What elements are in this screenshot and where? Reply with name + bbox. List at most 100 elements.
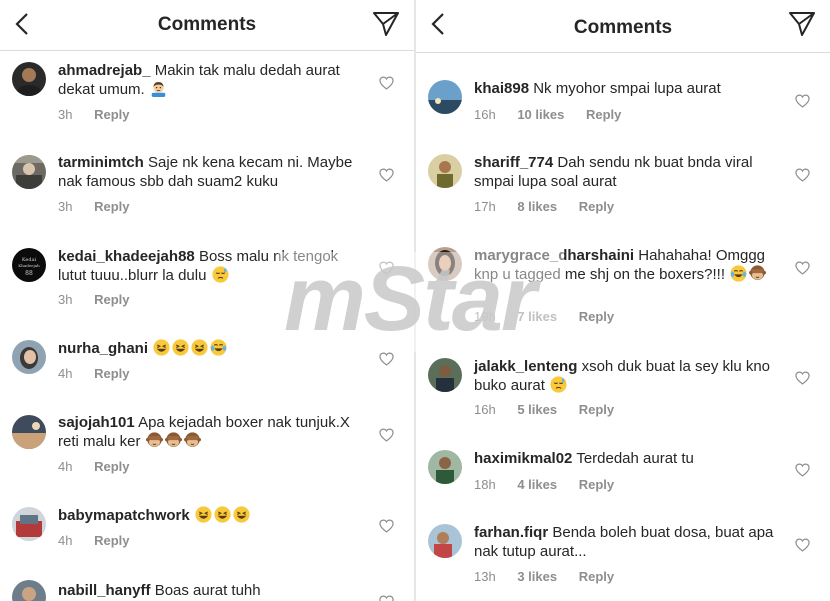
avatar[interactable] [428, 247, 462, 281]
comment-username[interactable]: ahmadrejab_ [58, 62, 151, 79]
heart-outline-icon[interactable] [795, 168, 810, 182]
comment-time: 3h [58, 292, 73, 307]
see-no-evil-monkey-emoji-icon [184, 432, 201, 449]
svg-text:Khadeejah: Khadeejah [18, 263, 40, 268]
comment-text: jalakk_lenteng xsoh duk buat la sey klu … [474, 357, 786, 395]
reply-button[interactable]: Reply [94, 533, 129, 548]
reply-button[interactable]: Reply [94, 366, 129, 381]
comment-meta: 3h Reply [58, 292, 148, 307]
left-comments-panel: Comments ahmadrejab_ Makin tak malu deda… [0, 0, 414, 601]
comment-text: haximikmal02 Terdedah aurat tu [474, 449, 786, 468]
reply-button[interactable]: Reply [579, 477, 614, 492]
laughing-emoji-icon [195, 506, 212, 523]
avatar[interactable] [12, 415, 46, 449]
comment-text: babymapatchwork [58, 506, 370, 525]
heart-outline-icon[interactable] [795, 261, 810, 275]
comment-username[interactable]: haximikmal02 [474, 450, 572, 467]
see-no-evil-monkey-emoji-icon [146, 432, 163, 449]
page-title: Comments [573, 17, 673, 38]
comment-username[interactable]: tarminimtch [58, 154, 144, 171]
comment-time: 4h [58, 459, 73, 474]
reply-button[interactable]: Reply [579, 309, 614, 324]
comment-username[interactable]: nurha_ghani [58, 340, 148, 357]
page-title: Comments [157, 14, 257, 35]
avatar[interactable] [428, 524, 462, 558]
comment-time: 4h [58, 366, 73, 381]
avatar[interactable] [12, 340, 46, 374]
sweat-smile-emoji-icon [550, 376, 567, 393]
comment-meta: 13h 3 likes Reply [474, 569, 632, 584]
avatar[interactable] [428, 450, 462, 484]
comment-time: 13h [474, 569, 496, 584]
comment-meta: 3h Reply [58, 199, 148, 214]
comment-text: sajojah101 Apa kejadah boxer nak tunjuk.… [58, 413, 370, 451]
avatar[interactable] [12, 62, 46, 96]
reply-button[interactable]: Reply [579, 402, 614, 417]
comment-time: 3h [58, 107, 73, 122]
man-emoji-icon [150, 80, 167, 97]
avatar[interactable] [12, 580, 46, 601]
likes-count[interactable]: 4 likes [517, 477, 557, 492]
reply-button[interactable]: Reply [579, 199, 614, 214]
heart-outline-icon[interactable] [379, 428, 394, 442]
comment-time: 16h [474, 402, 496, 417]
comment-username[interactable]: sajojah101 [58, 414, 135, 431]
likes-count[interactable]: 5 likes [517, 402, 557, 417]
comment-username[interactable]: kedai_khadeejah88 [58, 248, 195, 265]
comment-body: Terdedah aurat tu [576, 450, 694, 467]
laughing-emoji-icon [191, 339, 208, 356]
comment-username[interactable]: shariff_774 [474, 154, 553, 171]
comment-text: farhan.fiqr Benda boleh buat dosa, buat … [474, 523, 786, 561]
comment-meta: 4h Reply [58, 533, 148, 548]
likes-count[interactable]: 10 likes [517, 107, 564, 122]
likes-count[interactable]: 8 likes [517, 199, 557, 214]
avatar[interactable] [428, 154, 462, 188]
reply-button[interactable]: Reply [94, 199, 129, 214]
heart-outline-icon[interactable] [379, 352, 394, 366]
reply-button[interactable]: Reply [94, 107, 129, 122]
comment-time: 16h [474, 107, 496, 122]
reply-button[interactable]: Reply [94, 459, 129, 474]
paper-plane-icon[interactable] [372, 11, 400, 37]
laughing-emoji-icon [233, 506, 250, 523]
avatar[interactable] [12, 155, 46, 189]
heart-outline-icon[interactable] [795, 463, 810, 477]
tears-of-joy-emoji-icon [730, 265, 747, 282]
sweat-smile-emoji-icon [212, 266, 229, 283]
heart-outline-icon[interactable] [379, 595, 394, 601]
heart-outline-icon[interactable] [795, 371, 810, 385]
reply-button[interactable]: Reply [94, 292, 129, 307]
heart-outline-icon[interactable] [379, 168, 394, 182]
avatar[interactable] [428, 358, 462, 392]
see-no-evil-monkey-emoji-icon [165, 432, 182, 449]
heart-outline-icon[interactable] [379, 261, 394, 275]
paper-plane-icon[interactable] [788, 11, 816, 37]
comment-body: Nk myohor smpai lupa aurat [533, 80, 721, 97]
heart-outline-icon[interactable] [379, 519, 394, 533]
heart-outline-icon[interactable] [795, 94, 810, 108]
comment-time: 4h [58, 533, 73, 548]
comment-username[interactable]: khai898 [474, 80, 529, 97]
heart-outline-icon[interactable] [379, 76, 394, 90]
reply-button[interactable]: Reply [586, 107, 621, 122]
comment-meta: 16h 10 likes Reply [474, 107, 639, 122]
comment-username[interactable]: nabill_hanyff [58, 582, 151, 599]
avatar[interactable] [428, 80, 462, 114]
comment-text: kedai_khadeejah88 Boss malu nk tengok lu… [58, 247, 370, 285]
heart-outline-icon[interactable] [795, 538, 810, 552]
avatar[interactable]: Kedai Khadeejah 88 [12, 248, 46, 282]
likes-count[interactable]: 3 likes [517, 569, 557, 584]
comment-meta: 16h 5 likes Reply [474, 402, 632, 417]
comment-meta: 18h 4 likes Reply [474, 477, 632, 492]
comment-username[interactable]: jalakk_lenteng [474, 358, 577, 375]
reply-button[interactable]: Reply [579, 569, 614, 584]
likes-count[interactable]: 7 likes [517, 309, 557, 324]
comment-username[interactable]: babymapatchwork [58, 507, 190, 524]
laughing-emoji-icon [172, 339, 189, 356]
comment-time: 3h [58, 199, 73, 214]
comment-username[interactable]: farhan.fiqr [474, 524, 548, 541]
comment-time: 18h [474, 477, 496, 492]
comment-username[interactable]: marygrace_dharshaini [474, 247, 634, 264]
avatar[interactable] [12, 507, 46, 541]
comment-text: marygrace_dharshaini Hahahaha! Omggg knp… [474, 246, 786, 284]
